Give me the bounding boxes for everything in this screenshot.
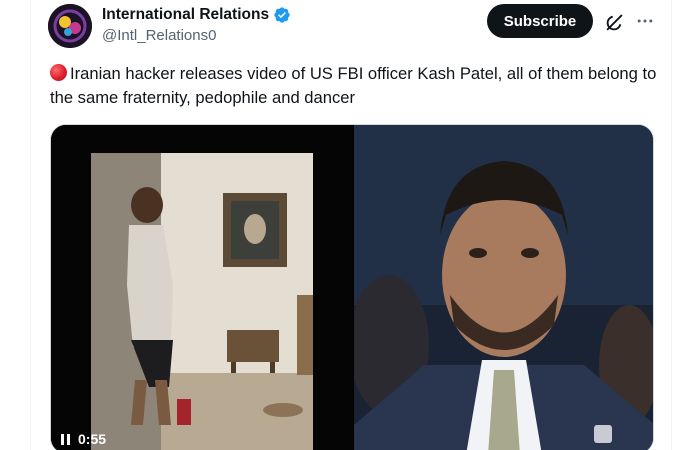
video-player[interactable]: 0:55 (51, 125, 353, 450)
author-display-name[interactable]: International Relations (102, 6, 269, 24)
pause-icon[interactable] (61, 433, 70, 445)
more-horizontal-icon[interactable] (632, 10, 658, 32)
subscribe-button[interactable]: Subscribe (487, 4, 593, 38)
tweet-text: Iranian hacker releases video of US FBI … (50, 62, 660, 110)
video-timestamp: 0:55 (78, 431, 107, 447)
author-name-row: International Relations (102, 6, 291, 24)
tweet-body: Iranian hacker releases video of US FBI … (50, 64, 657, 107)
avatar[interactable] (48, 4, 92, 48)
grok-icon[interactable] (604, 11, 626, 33)
video-frame-image (51, 125, 353, 450)
video-controls: 0:55 (61, 431, 106, 447)
author-handle[interactable]: @Intl_Relations0 (102, 27, 216, 44)
tweet-media[interactable]: 0:55 (50, 124, 654, 450)
verified-badge-icon (274, 7, 290, 23)
red-circle-icon (50, 64, 67, 81)
photo-image[interactable] (354, 125, 653, 450)
